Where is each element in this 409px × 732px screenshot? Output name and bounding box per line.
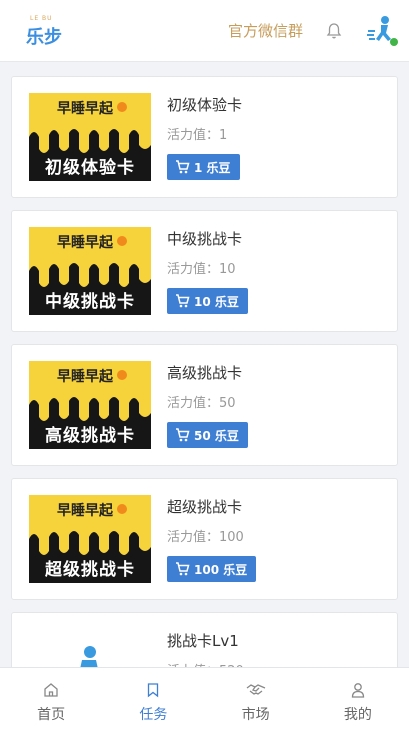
online-status-dot <box>390 38 398 46</box>
tab-tasks[interactable]: 任务 <box>102 668 204 732</box>
card-item[interactable]: 早睡早起 初级体验卡 初级体验卡 活力值：1 1 乐豆 <box>11 76 398 198</box>
challenge-card-list: 早睡早起 初级体验卡 初级体验卡 活力值：1 1 乐豆 早睡早起 中级挑战卡 中… <box>11 76 398 704</box>
home-icon <box>44 683 58 697</box>
card-thumbnail: 早睡早起 高级挑战卡 <box>29 361 151 449</box>
buy-button[interactable]: 100 乐豆 <box>167 556 257 582</box>
card-item[interactable]: 早睡早起 超级挑战卡 超级挑战卡 活力值：100 100 乐豆 <box>11 478 398 600</box>
logo-text: 乐步 <box>26 27 62 48</box>
tab-home[interactable]: 首页 <box>0 668 102 732</box>
tab-mine[interactable]: 我的 <box>307 668 409 732</box>
thumbnail-card-name: 超级挑战卡 <box>45 560 135 580</box>
cart-icon <box>176 160 190 174</box>
buy-button-label: 1 乐豆 <box>194 160 231 175</box>
logo-subtext: LE BU <box>30 15 53 22</box>
cart-icon <box>176 562 190 576</box>
tab-label: 任务 <box>139 707 168 723</box>
card-title: 初级体验卡 <box>167 96 243 114</box>
card-thumbnail: 早睡早起 超级挑战卡 <box>29 495 151 583</box>
cart-icon <box>176 294 190 308</box>
bottom-tab-bar: 首页 任务 市场 我的 <box>0 667 409 732</box>
tab-label: 首页 <box>37 707 66 723</box>
tab-market[interactable]: 市场 <box>205 668 307 732</box>
card-title: 中级挑战卡 <box>167 230 243 248</box>
user-icon <box>351 683 365 698</box>
thumbnail-card-name: 初级体验卡 <box>45 158 135 178</box>
buy-button-label: 100 乐豆 <box>194 562 248 577</box>
card-thumbnail: 早睡早起 中级挑战卡 <box>29 227 151 315</box>
handshake-icon <box>246 684 265 695</box>
cart-icon <box>176 428 190 442</box>
buy-button-label: 50 乐豆 <box>194 428 239 443</box>
card-thumbnail: 早睡早起 初级体验卡 <box>29 93 151 181</box>
svg-text:早睡早起: 早睡早起 <box>57 368 114 385</box>
tab-label: 我的 <box>343 707 372 723</box>
vitality-value: 活力值：50 <box>167 396 236 411</box>
card-item[interactable]: 早睡早起 中级挑战卡 中级挑战卡 活力值：10 10 乐豆 <box>11 210 398 332</box>
thumbnail-card-name: 高级挑战卡 <box>45 426 135 446</box>
official-wechat-group-link[interactable]: 官方微信群 <box>228 20 303 41</box>
svg-text:早睡早起: 早睡早起 <box>57 100 114 117</box>
svg-text:早睡早起: 早睡早起 <box>57 502 114 519</box>
vitality-value: 活力值：10 <box>167 262 236 277</box>
buy-button[interactable]: 10 乐豆 <box>167 288 248 314</box>
bookmark-icon <box>148 683 159 698</box>
card-item[interactable]: 早睡早起 高级挑战卡 高级挑战卡 活力值：50 50 乐豆 <box>11 344 398 466</box>
svg-text:早睡早起: 早睡早起 <box>57 234 114 251</box>
buy-button-label: 10 乐豆 <box>194 294 239 309</box>
card-title: 高级挑战卡 <box>167 364 243 382</box>
tab-label: 市场 <box>241 707 270 723</box>
app-logo[interactable]: LE BU 乐步 <box>24 12 64 48</box>
app-header: LE BU 乐步 官方微信群 <box>0 0 409 62</box>
buy-button[interactable]: 50 乐豆 <box>167 422 248 448</box>
bell-icon[interactable] <box>326 22 342 40</box>
vitality-value: 活力值：1 <box>167 128 228 143</box>
vitality-value: 活力值：100 <box>167 530 244 545</box>
figure-icon <box>80 646 98 669</box>
thumbnail-card-name: 中级挑战卡 <box>45 292 135 312</box>
card-title: 挑战卡Lv1 <box>167 632 239 650</box>
buy-button[interactable]: 1 乐豆 <box>167 154 240 180</box>
card-title: 超级挑战卡 <box>167 498 243 516</box>
